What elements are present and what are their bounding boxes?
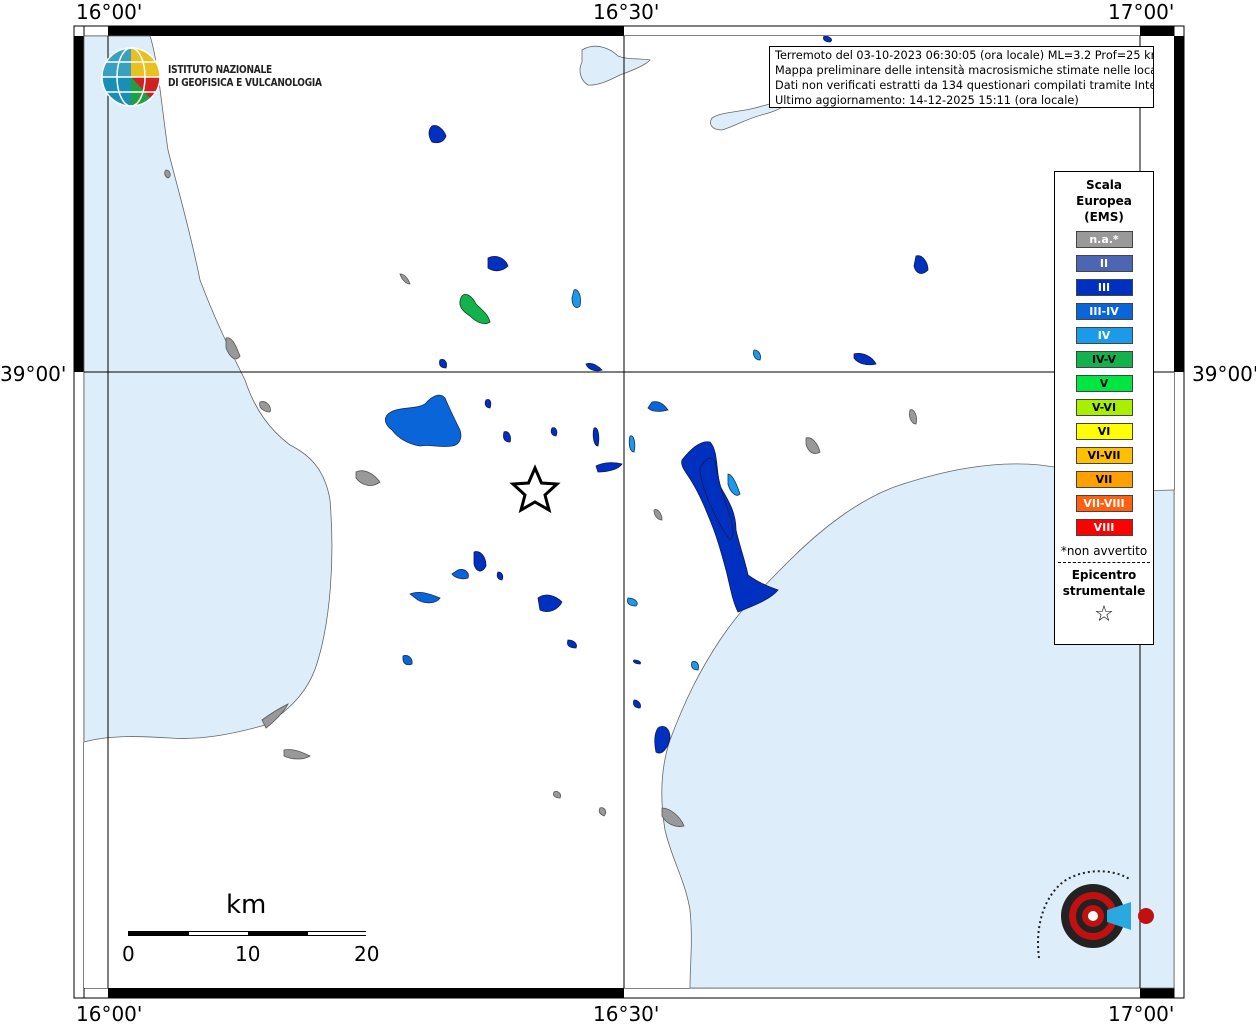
coord-top-mid: 16°30' — [593, 0, 660, 24]
legend-item: n.a.* — [1075, 231, 1133, 248]
legend-item: III-IV — [1075, 303, 1133, 320]
logo-line-1: ISTITUTO NAZIONALE — [168, 63, 272, 76]
event-info-box: Terremoto del 03-10-2023 06:30:05 (ora l… — [769, 46, 1154, 108]
legend-item: V — [1075, 375, 1133, 392]
ingv-logo-text: ISTITUTO NAZIONALE DI GEOFISICA E VULCAN… — [168, 63, 322, 89]
legend-item: VI-VII — [1075, 447, 1133, 464]
info-line-4: Ultimo aggiornamento: 14-12-2025 15:11 (… — [775, 94, 1079, 107]
legend-item: IV-V — [1075, 351, 1133, 368]
coord-bottom-right: 17°00' — [1108, 1002, 1175, 1026]
intensity-legend: Scala Europea (EMS) n.a.* II III III-IV IV IV… — [1054, 171, 1154, 645]
legend-epicenter-line-1: Epicentro — [1071, 568, 1137, 582]
info-line-1: Terremoto del 03-10-2023 06:30:05 (ora l… — [775, 49, 1153, 62]
legend-star-icon: ☆ — [1094, 602, 1114, 627]
legend-item: VI — [1075, 423, 1133, 440]
legend-item: VII — [1075, 471, 1133, 488]
legend-epicenter-label: Epicentro strumentale — [1055, 567, 1153, 599]
scale-tick-20: 20 — [354, 942, 380, 966]
scale-tick-0: 0 — [122, 942, 135, 966]
legend-epicenter-line-2: strumentale — [1062, 584, 1146, 598]
legend-title: Scala Europea (EMS) — [1055, 177, 1153, 225]
info-line-3: Dati non verificati estratti da 134 ques… — [775, 79, 1153, 92]
legend-item: III — [1075, 279, 1133, 296]
coord-right-mid: 39°00' — [1192, 362, 1256, 386]
coord-left-mid: 39°00' — [0, 362, 67, 386]
haisentito-logo-icon — [1037, 870, 1154, 959]
legend-items: n.a.* II III III-IV IV IV-V V V-VI VI VI-VII VII VI… — [1055, 231, 1153, 536]
scale-title: km — [226, 890, 267, 920]
scale-bar: km 0 10 20 — [122, 890, 380, 970]
legend-title-line-2: Europea — [1076, 194, 1132, 208]
legend-item: II — [1075, 255, 1133, 272]
legend-title-line-1: Scala — [1085, 178, 1123, 192]
legend-separator — [1058, 562, 1150, 563]
scale-bar-graphic — [128, 931, 367, 936]
legend-item: V-VI — [1075, 399, 1133, 416]
ingv-logo-icon — [101, 47, 161, 107]
legend-item: IV — [1075, 327, 1133, 344]
scale-tick-10: 10 — [235, 942, 261, 966]
frame-bar-top-left — [108, 26, 624, 36]
legend-item: VIII — [1075, 519, 1133, 536]
legend-note: *non avvertito — [1060, 544, 1148, 558]
legend-item: VII-VIII — [1075, 495, 1133, 512]
info-line-2: Mappa preliminare delle intensità macros… — [775, 64, 1153, 77]
legend-title-line-3: (EMS) — [1084, 210, 1124, 224]
coord-top-right: 17°00' — [1108, 0, 1175, 24]
coord-bottom-left: 16°00' — [76, 1002, 143, 1026]
coord-bottom-mid: 16°30' — [593, 1002, 660, 1026]
coord-top-left: 16°00' — [76, 0, 143, 24]
logo-line-2: DI GEOFISICA E VULCANOLOGIA — [168, 76, 322, 89]
